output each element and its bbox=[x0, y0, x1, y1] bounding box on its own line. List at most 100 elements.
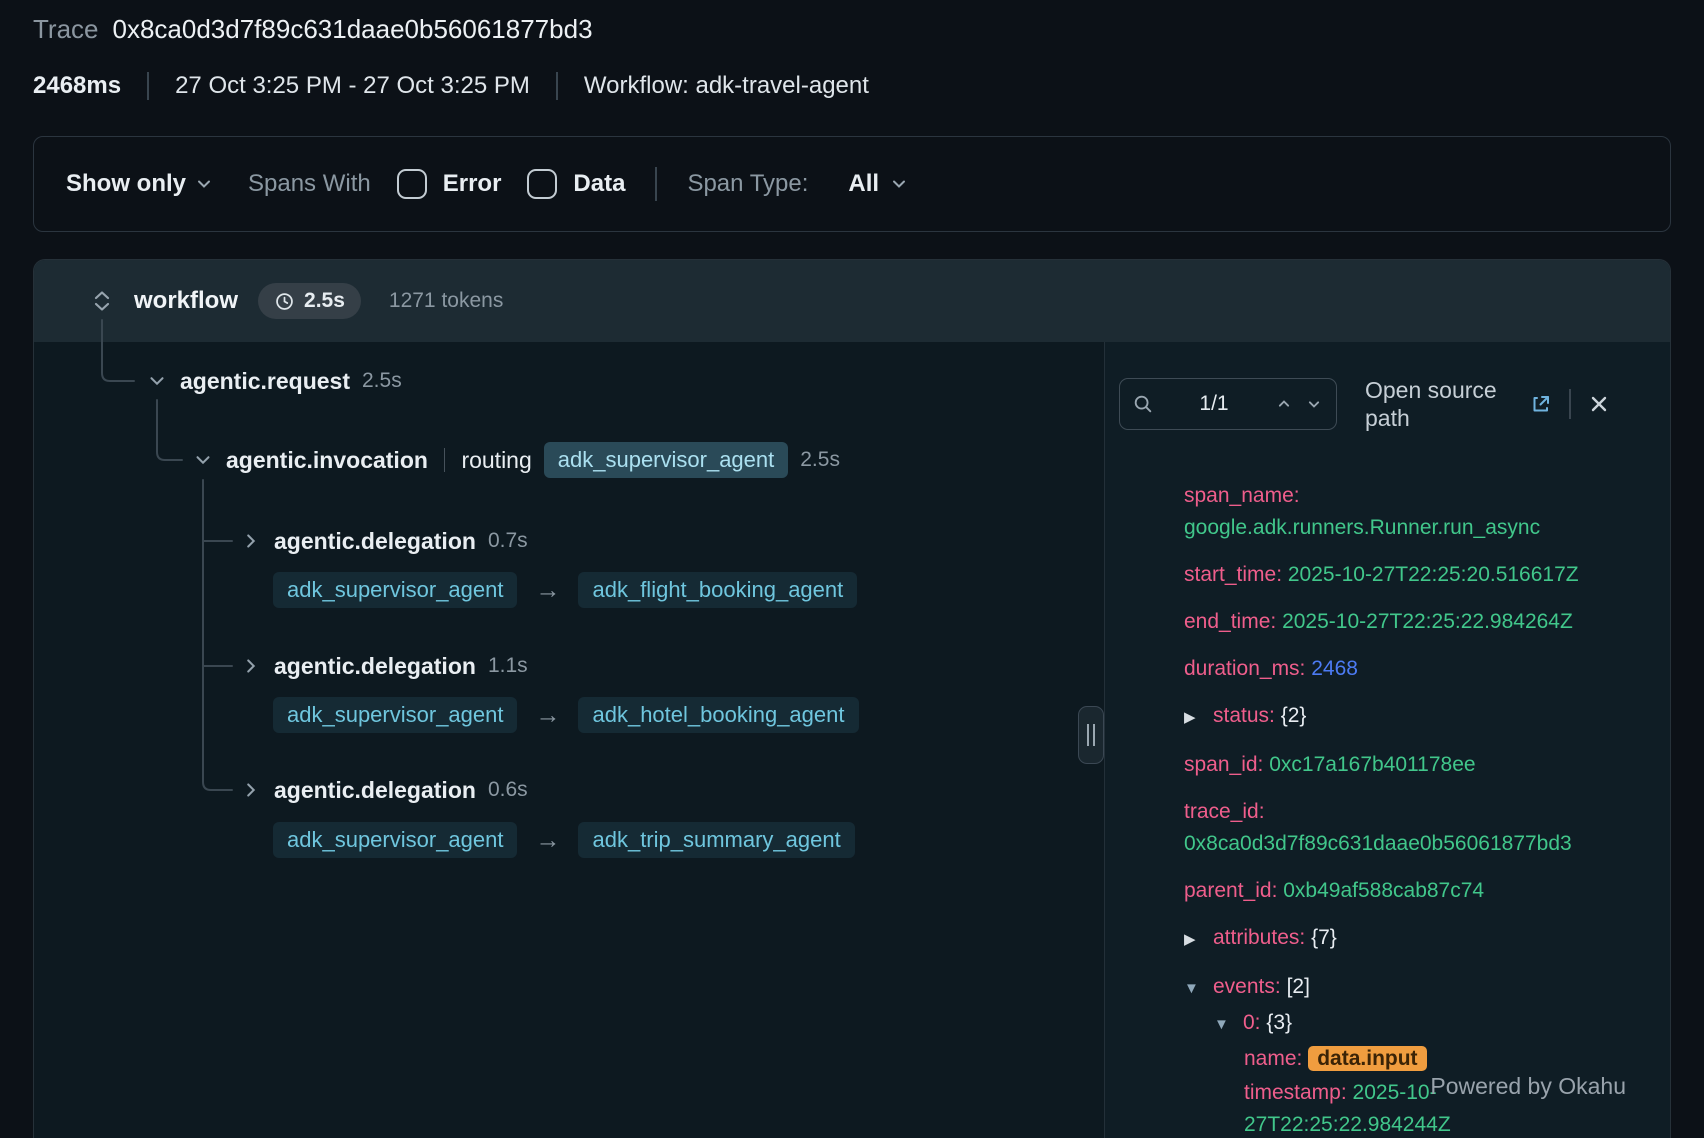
chevron-down-icon[interactable] bbox=[146, 370, 168, 392]
search-match-count: 1/1 bbox=[1164, 392, 1264, 416]
error-checkbox-group[interactable]: Error bbox=[397, 169, 502, 199]
span-duration: 0.6s bbox=[488, 778, 528, 802]
chevron-down-icon bbox=[889, 174, 909, 194]
field-value: google.adk.runners.Runner.run_async bbox=[1184, 516, 1540, 539]
field-key: events: bbox=[1213, 975, 1281, 998]
field-key: timestamp: bbox=[1244, 1081, 1347, 1104]
detail-field-status: ▶status: {2} bbox=[1184, 700, 1629, 734]
chevron-up-icon bbox=[1274, 394, 1294, 414]
collapse-icon[interactable]: ▼ bbox=[1184, 973, 1204, 1005]
span-tree: agentic.request 2.5s agentic.invocation … bbox=[34, 342, 1104, 1138]
chevron-down-icon bbox=[1304, 394, 1324, 414]
clock-icon bbox=[274, 291, 295, 312]
detail-field-span_name: span_name: google.adk.runners.Runner.run… bbox=[1184, 480, 1629, 544]
span-label: agentic.request bbox=[180, 368, 350, 395]
agent-badge-to[interactable]: adk_flight_booking_agent bbox=[578, 572, 857, 608]
field-key: attributes: bbox=[1213, 926, 1305, 949]
delegation-agents-1: adk_supervisor_agent → adk_flight_bookin… bbox=[273, 570, 857, 610]
arrow-right-icon: → bbox=[529, 826, 566, 855]
detail-field-parent_id: parent_id: 0xb49af588cab87c74 bbox=[1184, 875, 1629, 907]
span-label: agentic.delegation bbox=[274, 653, 476, 680]
agent-badge-from[interactable]: adk_supervisor_agent bbox=[273, 697, 517, 733]
span-duration: 2.5s bbox=[800, 448, 840, 472]
span-type-dropdown[interactable]: All bbox=[842, 169, 915, 199]
field-key: trace_id: bbox=[1184, 800, 1265, 823]
detail-field-duration_ms: duration_ms: 2468 bbox=[1184, 653, 1629, 685]
trace-label: Trace bbox=[33, 14, 99, 45]
panel-resize-handle[interactable] bbox=[1078, 706, 1104, 764]
agent-badge-supervisor[interactable]: adk_supervisor_agent bbox=[544, 442, 788, 478]
chevron-right-icon[interactable] bbox=[240, 655, 262, 677]
span-detail-json: span_name: google.adk.runners.Runner.run… bbox=[1184, 480, 1629, 1138]
workflow-title: workflow bbox=[134, 287, 238, 315]
detail-toolbar: 1/1 Open source path bbox=[1119, 376, 1670, 432]
agent-badge-from[interactable]: adk_supervisor_agent bbox=[273, 572, 517, 608]
error-checkbox[interactable] bbox=[397, 169, 427, 199]
divider bbox=[444, 448, 446, 472]
span-type-value: All bbox=[848, 170, 879, 198]
data-checkbox-group[interactable]: Data bbox=[527, 169, 625, 199]
chevron-down-icon bbox=[194, 174, 214, 194]
detail-field-start_time: start_time: 2025-10-27T22:25:20.516617Z bbox=[1184, 559, 1629, 591]
collapse-icon[interactable]: ▼ bbox=[1214, 1009, 1234, 1041]
field-key: start_time: bbox=[1184, 563, 1282, 586]
delegation-agents-3: adk_supervisor_agent → adk_trip_summary_… bbox=[273, 820, 855, 860]
agent-badge-from[interactable]: adk_supervisor_agent bbox=[273, 822, 517, 858]
delegation-agents-2: adk_supervisor_agent → adk_hotel_booking… bbox=[273, 695, 859, 735]
detail-field-events: ▼events: [2] bbox=[1184, 971, 1629, 1005]
workflow-duration-pill: 2.5s bbox=[258, 283, 361, 319]
span-label: agentic.invocation bbox=[226, 447, 428, 474]
tree-row-agentic-delegation-3[interactable]: agentic.delegation 0.6s bbox=[240, 773, 528, 807]
sort-expand-icon[interactable] bbox=[90, 289, 114, 313]
trace-workflow: Workflow: adk-travel-agent bbox=[584, 72, 869, 100]
chevron-right-icon[interactable] bbox=[240, 530, 262, 552]
expand-icon[interactable]: ▶ bbox=[1184, 924, 1204, 956]
spans-with-label: Spans With bbox=[248, 170, 371, 198]
agent-badge-to[interactable]: adk_trip_summary_agent bbox=[578, 822, 854, 858]
trace-time-range: 27 Oct 3:25 PM - 27 Oct 3:25 PM bbox=[175, 72, 530, 100]
open-source-path-link[interactable]: Open source path bbox=[1365, 376, 1523, 432]
search-input[interactable]: 1/1 bbox=[1119, 378, 1337, 430]
span-label: agentic.delegation bbox=[274, 528, 476, 555]
trace-id: 0x8ca0d3d7f89c631daae0b56061877bd3 bbox=[113, 14, 593, 45]
search-icon bbox=[1132, 393, 1154, 415]
data-checkbox[interactable] bbox=[527, 169, 557, 199]
tree-row-agentic-invocation[interactable]: agentic.invocation routing adk_superviso… bbox=[192, 443, 840, 477]
search-prev-button[interactable] bbox=[1274, 394, 1294, 414]
close-icon[interactable] bbox=[1587, 392, 1611, 416]
tree-row-agentic-delegation-2[interactable]: agentic.delegation 1.1s bbox=[240, 649, 528, 683]
chevron-down-icon[interactable] bbox=[192, 449, 214, 471]
span-detail-panel: 1/1 Open source path bbox=[1104, 342, 1670, 1138]
data-checkbox-label: Data bbox=[573, 170, 625, 198]
detail-field-name: name: data.input bbox=[1184, 1043, 1629, 1075]
trace-panel: workflow 2.5s 1271 tokens bbox=[33, 259, 1671, 1138]
divider bbox=[1569, 389, 1571, 419]
field-key: status: bbox=[1213, 704, 1275, 727]
divider bbox=[556, 72, 558, 100]
field-value: data.input bbox=[1308, 1046, 1426, 1071]
field-key: duration_ms: bbox=[1184, 657, 1305, 680]
filter-bar: Show only Spans With Error Data Span Typ… bbox=[33, 136, 1671, 232]
trace-duration: 2468ms bbox=[33, 72, 121, 100]
search-next-button[interactable] bbox=[1304, 394, 1324, 414]
field-value: 2468 bbox=[1311, 657, 1358, 680]
expand-icon[interactable]: ▶ bbox=[1184, 702, 1204, 734]
span-label: agentic.delegation bbox=[274, 777, 476, 804]
trace-title-row: Trace 0x8ca0d3d7f89c631daae0b56061877bd3 bbox=[33, 14, 593, 45]
detail-field-0: ▼0: {3} bbox=[1184, 1007, 1629, 1041]
tree-row-agentic-request[interactable]: agentic.request 2.5s bbox=[146, 364, 402, 398]
span-tag: routing bbox=[461, 447, 531, 474]
field-value: 2025-10-27T22:25:20.516617Z bbox=[1288, 563, 1579, 586]
workflow-duration: 2.5s bbox=[304, 289, 345, 313]
show-only-dropdown[interactable]: Show only bbox=[60, 169, 220, 199]
chevron-right-icon[interactable] bbox=[240, 779, 262, 801]
external-link-icon[interactable] bbox=[1529, 392, 1553, 416]
workflow-tokens: 1271 tokens bbox=[389, 289, 503, 313]
field-value: 0xb49af588cab87c74 bbox=[1283, 879, 1484, 902]
field-key: name: bbox=[1244, 1047, 1302, 1070]
span-duration: 2.5s bbox=[362, 369, 402, 393]
agent-badge-to[interactable]: adk_hotel_booking_agent bbox=[578, 697, 858, 733]
tree-row-agentic-delegation-1[interactable]: agentic.delegation 0.7s bbox=[240, 524, 528, 558]
show-only-label: Show only bbox=[66, 170, 186, 198]
field-key: 0: bbox=[1243, 1011, 1261, 1034]
